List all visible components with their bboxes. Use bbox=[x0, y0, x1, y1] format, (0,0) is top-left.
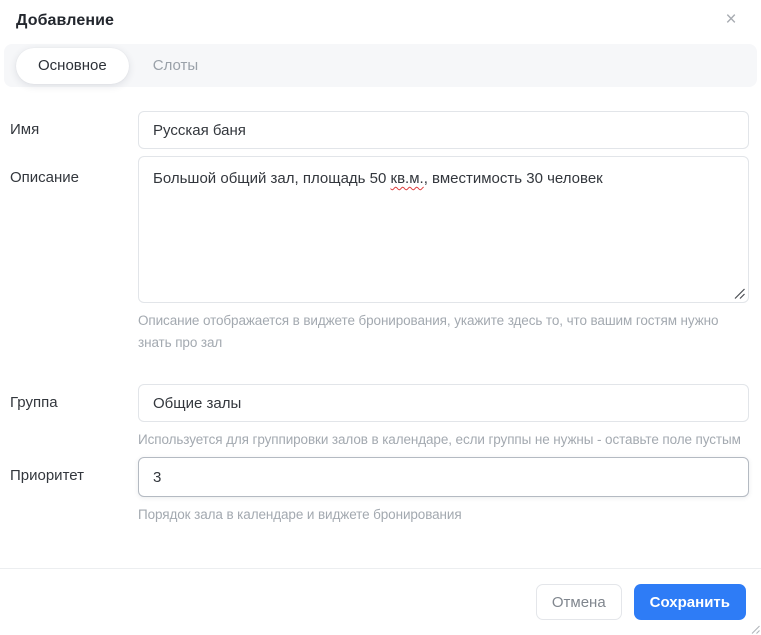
tab-slots[interactable]: Слоты bbox=[149, 57, 202, 74]
form-area: Имя Описание Большой общий зал, площадь … bbox=[0, 87, 761, 526]
tab-bar: Основное Слоты bbox=[4, 44, 757, 87]
dialog-resize-grip-icon[interactable] bbox=[750, 624, 760, 634]
textarea-resize-grip-icon[interactable] bbox=[734, 288, 745, 299]
description-label: Описание bbox=[10, 169, 80, 186]
tab-main[interactable]: Основное bbox=[16, 47, 129, 84]
name-row: Имя bbox=[10, 111, 749, 149]
dialog-header: Добавление × bbox=[0, 0, 761, 30]
description-textarea[interactable]: Большой общий зал, площадь 50 кв.м., вме… bbox=[138, 156, 749, 303]
description-text-before: Большой общий зал, площадь 50 bbox=[153, 170, 391, 187]
cancel-button[interactable]: Отмена bbox=[535, 584, 622, 620]
save-button[interactable]: Сохранить bbox=[633, 584, 746, 620]
description-hint: Описание отображается в виджете брониров… bbox=[138, 313, 719, 350]
priority-label: Приоритет bbox=[10, 467, 84, 484]
tab-main-label: Основное bbox=[38, 56, 107, 74]
dialog-footer: Отмена Сохранить bbox=[0, 568, 761, 635]
priority-input[interactable] bbox=[138, 457, 749, 497]
close-icon[interactable]: × bbox=[719, 8, 743, 32]
priority-row: Приоритет Порядок зала в календаре и вид… bbox=[10, 457, 749, 526]
group-label: Группа bbox=[10, 394, 58, 411]
group-row: Группа Используется для группировки зало… bbox=[10, 384, 749, 451]
description-text-after: , вместимость 30 человек bbox=[423, 170, 603, 187]
description-misspelled-word: кв.м. bbox=[390, 170, 424, 187]
dialog-title: Добавление bbox=[16, 12, 115, 29]
group-hint: Используется для группировки залов в кал… bbox=[138, 432, 741, 447]
group-input[interactable] bbox=[138, 384, 749, 422]
priority-hint: Порядок зала в календаре и виджете брони… bbox=[138, 507, 462, 522]
description-row: Описание Большой общий зал, площадь 50 к… bbox=[10, 156, 749, 354]
add-hall-dialog: Добавление × Основное Слоты Имя Описание… bbox=[0, 0, 761, 635]
name-label: Имя bbox=[10, 121, 40, 138]
tab-slots-label: Слоты bbox=[152, 57, 199, 74]
name-input[interactable] bbox=[138, 111, 749, 149]
